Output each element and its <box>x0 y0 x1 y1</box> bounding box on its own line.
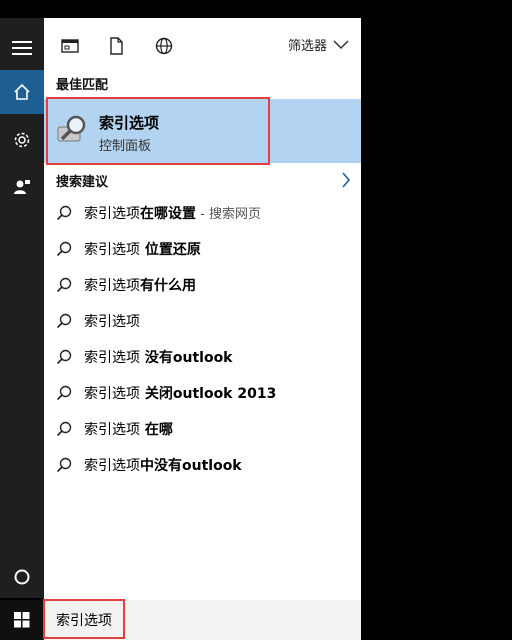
suggestion-completion: 在哪设置 <box>140 206 196 222</box>
search-annotation-box <box>43 599 125 639</box>
suggestion-query: 索引选项 <box>84 422 140 438</box>
annotation-box <box>46 97 270 165</box>
search-icon <box>56 457 72 473</box>
chevron-right-icon[interactable] <box>341 172 351 188</box>
search-icon <box>56 421 72 437</box>
suggestion-item[interactable]: 索引选项 <box>44 303 361 339</box>
suggestion-text: 索引选项有什么用 <box>84 275 196 295</box>
suggestion-query: 索引选项 <box>84 458 140 474</box>
suggestion-source: - 搜索网页 <box>196 207 261 222</box>
search-icon <box>56 205 72 221</box>
search-results-panel: 筛选器 最佳匹配 索引选项 控制面板 搜索建议 索引选项在哪设置 - 搜索网页索… <box>44 18 361 600</box>
suggestion-text: 索引选项在哪设置 - 搜索网页 <box>84 203 261 223</box>
suggestion-text: 索引选项 关闭outlook 2013 <box>84 383 276 403</box>
search-icon <box>56 385 72 401</box>
suggestion-query: 索引选项 <box>84 350 140 366</box>
suggestion-text: 索引选项 <box>84 311 140 331</box>
suggestion-query: 索引选项 <box>84 206 140 222</box>
best-match-heading: 最佳匹配 <box>56 78 109 93</box>
globe-filter-icon[interactable] <box>154 36 174 56</box>
suggestion-item[interactable]: 索引选项 没有outlook <box>44 339 361 375</box>
start-button[interactable] <box>0 600 44 640</box>
suggestion-query: 索引选项 <box>84 242 140 258</box>
suggestion-completion: 在哪 <box>140 422 173 438</box>
document-filter-icon[interactable] <box>106 36 126 56</box>
suggestion-query: 索引选项 <box>84 386 140 402</box>
windows-logo-icon <box>14 612 30 628</box>
suggestion-item[interactable]: 索引选项 位置还原 <box>44 231 361 267</box>
suggestion-item[interactable]: 索引选项有什么用 <box>44 267 361 303</box>
search-icon <box>56 313 72 329</box>
suggestion-query: 索引选项 <box>84 278 140 294</box>
suggestion-item[interactable]: 索引选项 在哪 <box>44 411 361 447</box>
suggestion-item[interactable]: 索引选项 关闭outlook 2013 <box>44 375 361 411</box>
cortana-button[interactable] <box>0 555 44 599</box>
person-feedback-icon <box>14 180 30 194</box>
suggestions-heading: 搜索建议 <box>56 175 109 190</box>
suggestion-text: 索引选项 没有outlook <box>84 347 233 367</box>
suggestion-completion: 关闭outlook 2013 <box>140 386 277 402</box>
chevron-down-icon <box>333 39 349 49</box>
suggestion-completion: 没有outlook <box>140 350 233 366</box>
circle-icon <box>14 569 30 585</box>
settings-button[interactable] <box>0 118 44 162</box>
search-icon <box>56 241 72 257</box>
suggestion-completion: 中没有outlook <box>140 458 242 474</box>
menu-button[interactable] <box>0 26 44 70</box>
filter-dropdown[interactable]: 筛选器 <box>288 35 349 54</box>
apps-filter-icon[interactable] <box>60 36 80 56</box>
suggestion-item[interactable]: 索引选项在哪设置 - 搜索网页 <box>44 195 361 231</box>
gear-icon <box>14 132 30 148</box>
feedback-button[interactable] <box>0 165 44 209</box>
suggestion-completion: 位置还原 <box>140 242 201 258</box>
search-icon <box>56 277 72 293</box>
hamburger-icon <box>12 41 32 55</box>
suggestion-text: 索引选项 在哪 <box>84 419 173 439</box>
suggestion-item[interactable]: 索引选项中没有outlook <box>44 447 361 483</box>
search-icon <box>56 349 72 365</box>
suggestion-text: 索引选项中没有outlook <box>84 455 242 475</box>
home-button[interactable] <box>0 70 44 114</box>
filter-label: 筛选器 <box>287 39 327 54</box>
start-rail <box>0 18 44 598</box>
home-icon <box>14 83 30 100</box>
suggestion-query: 索引选项 <box>84 314 140 330</box>
filter-toolbar: 筛选器 <box>44 18 361 72</box>
suggestion-text: 索引选项 位置还原 <box>84 239 201 259</box>
suggestion-completion: 有什么用 <box>140 278 196 294</box>
